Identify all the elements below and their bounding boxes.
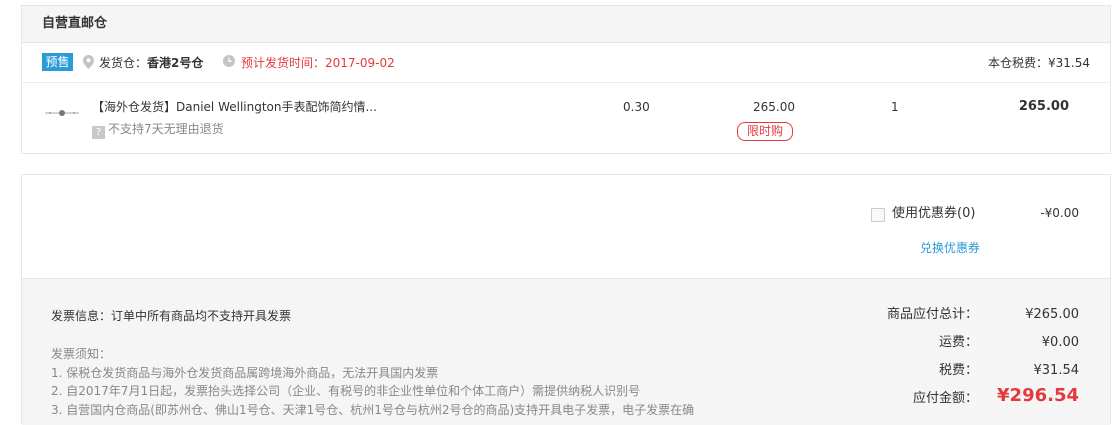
warehouse-tax: 本仓税费：¥31.54 (988, 56, 1090, 70)
return-policy-text: 不支持7天无理由退货 (108, 122, 224, 136)
flash-sale-tag: 限时购 (737, 122, 793, 141)
tax-label: 税费： (938, 363, 978, 378)
invoice-info: 发票信息：订单中所有商品均不支持开具发票 (51, 309, 292, 323)
tax-value: ¥31.54 (1033, 363, 1080, 378)
question-icon: ? (92, 126, 105, 139)
product-weight: 0.30 (623, 100, 650, 114)
grand-total-value: ¥296.54 (997, 385, 1079, 406)
invoice-note: 2. 自2017年7月1日起，发票抬头选择公司（企业、有税号的非企业性单位和个体… (51, 384, 641, 398)
warehouse-title: 自营直邮仓 (22, 6, 1110, 43)
warehouse-panel: 自营直邮仓 预售 发货仓：香港2号仓 预计发货时间：2017-09-02 本仓税… (21, 5, 1111, 154)
item-subtotal: 265.00 (1018, 99, 1069, 114)
coupon-section: 使用优惠券(0) -¥0.00 兑换优惠券 (22, 175, 1110, 278)
unit-price: 265.00 (753, 100, 795, 114)
goods-total-label: 商品应付总计： (886, 307, 978, 322)
goods-total-value: ¥265.00 (1025, 307, 1079, 322)
coupon-discount: -¥0.00 (1040, 206, 1079, 220)
shipping-info-row: 预售 发货仓：香港2号仓 预计发货时间：2017-09-02 本仓税费：¥31.… (22, 43, 1110, 83)
product-title-link[interactable]: 【海外仓发货】Daniel Wellington手表配饰简约情... (92, 99, 382, 115)
presale-badge: 预售 (42, 53, 73, 71)
clock-icon (223, 55, 235, 67)
ship-from: 发货仓：香港2号仓 (99, 54, 203, 72)
invoice-note: 3. 自营国内仓商品(即苏州仓、佛山1号仓、天津1号仓、杭州1号仓与杭州2号仓的… (51, 403, 695, 417)
order-summary: 使用优惠券(0) -¥0.00 兑换优惠券 发票信息：订单中所有商品均不支持开具… (21, 174, 1111, 425)
coupon-label[interactable]: 使用优惠券(0) (892, 205, 975, 223)
shipping-value: ¥0.00 (1041, 335, 1079, 350)
product-row: 【海外仓发货】Daniel Wellington手表配饰简约情... ? 不支持7… (22, 84, 1110, 154)
product-thumbnail[interactable] (44, 108, 80, 118)
ship-from-label: 发货仓： (99, 56, 148, 70)
quantity: 1 (891, 100, 899, 114)
shipping-label: 运费： (938, 335, 978, 350)
ship-from-value: 香港2号仓 (147, 56, 204, 70)
invoice-totals-section: 发票信息：订单中所有商品均不支持开具发票 发票须知： 1. 保税仓发货商品与海外… (22, 278, 1110, 425)
estimated-ship-time: 预计发货时间：2017-09-02 (241, 56, 395, 70)
return-policy: ? 不支持7天无理由退货 (92, 121, 224, 139)
redeem-coupon-link[interactable]: 兑换优惠券 (920, 240, 980, 256)
grand-total-label: 应付金额： (912, 391, 978, 406)
invoice-notes-title: 发票须知： (51, 347, 112, 361)
coupon-checkbox[interactable] (871, 208, 885, 222)
location-pin-icon (83, 55, 94, 69)
invoice-note: 1. 保税仓发货商品与海外仓发货商品属跨境海外商品，无法开具国内发票 (51, 366, 439, 380)
